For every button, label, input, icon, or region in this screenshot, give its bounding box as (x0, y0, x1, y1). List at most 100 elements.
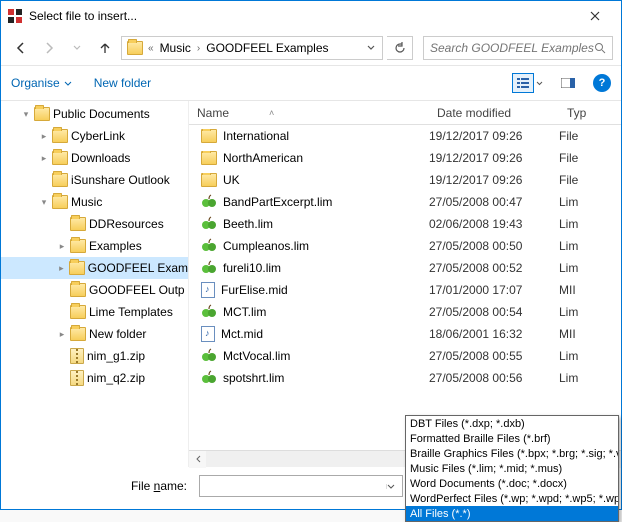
table-row[interactable]: BandPartExcerpt.lim27/05/2008 00:47Lim (189, 191, 621, 213)
table-row[interactable]: Cumpleanos.lim27/05/2008 00:50Lim (189, 235, 621, 257)
expand-icon[interactable]: ▾ (21, 109, 31, 120)
file-list: Name ˄ Date modified Typ International19… (189, 101, 621, 467)
file-name: Mct.mid (221, 327, 263, 341)
organise-button[interactable]: Organise (11, 76, 72, 90)
filetype-option[interactable]: Word Documents (*.doc; *.docx) (406, 476, 618, 491)
chevron-right-icon[interactable]: › (195, 43, 202, 54)
file-name: UK (223, 173, 240, 187)
tree-item-label: Examples (89, 239, 142, 253)
file-date: 19/12/2017 09:26 (429, 129, 559, 143)
column-name[interactable]: Name ˄ (189, 106, 429, 120)
list-body[interactable]: International19/12/2017 09:26FileNorthAm… (189, 125, 621, 450)
breadcrumb-ellipsis[interactable]: « (146, 43, 156, 54)
view-details-button[interactable] (512, 73, 534, 93)
column-type[interactable]: Typ (559, 106, 621, 120)
table-row[interactable]: spotshrt.lim27/05/2008 00:56Lim (189, 367, 621, 389)
filetype-option[interactable]: Music Files (*.lim; *.mid; *.mus) (406, 461, 618, 476)
expand-icon[interactable]: ▸ (39, 153, 49, 164)
file-type: Lim (559, 239, 621, 253)
tree-item[interactable]: ▾Public Documents (1, 103, 188, 125)
breadcrumb-item[interactable]: Music (158, 41, 193, 55)
file-type: Lim (559, 195, 621, 209)
recent-button[interactable] (65, 36, 89, 60)
file-type: File (559, 129, 621, 143)
table-row[interactable]: NorthAmerican19/12/2017 09:26File (189, 147, 621, 169)
file-type: Lim (559, 261, 621, 275)
expand-icon[interactable]: ▸ (57, 241, 67, 252)
breadcrumb-item[interactable]: GOODFEEL Examples (204, 41, 330, 55)
folder-icon (52, 173, 68, 187)
scroll-left-button[interactable] (189, 451, 206, 468)
filetype-option[interactable]: WordPerfect Files (*.wp; *.wpd; *.wp5; *… (406, 491, 618, 506)
folder-icon (69, 261, 85, 275)
tree-item[interactable]: nim_q2.zip (1, 367, 188, 389)
search-input[interactable] (430, 41, 594, 55)
file-type: MII (559, 327, 621, 341)
tree-item[interactable]: ▸ Examples (1, 235, 188, 257)
filetype-option[interactable]: All Files (*.*) (406, 506, 618, 521)
expand-icon[interactable]: ▸ (57, 329, 67, 340)
table-row[interactable]: Mct.mid18/06/2001 16:32MII (189, 323, 621, 345)
list-header: Name ˄ Date modified Typ (189, 101, 621, 125)
breadcrumb-dropdown[interactable] (364, 45, 378, 51)
forward-button[interactable] (37, 36, 61, 60)
filetype-dropdown[interactable]: DBT Files (*.dxp; *.dxb)Formatted Braill… (405, 415, 619, 522)
tree-item-label: CyberLink (71, 129, 125, 143)
view-buttons (512, 73, 543, 93)
help-button[interactable]: ? (593, 74, 611, 92)
file-name: spotshrt.lim (223, 371, 284, 385)
tree-item-label: nim_g1.zip (87, 349, 145, 363)
table-row[interactable]: MCT.lim27/05/2008 00:54Lim (189, 301, 621, 323)
close-button[interactable] (575, 2, 615, 30)
body: ▾Public Documents ▸ CyberLink ▸DownloadsiSu… (1, 101, 621, 467)
expand-icon[interactable]: ▸ (57, 263, 66, 274)
file-date: 27/05/2008 00:55 (429, 349, 559, 363)
tree-item[interactable]: ▾Music (1, 191, 188, 213)
tree-item[interactable]: iSunshare Outlook (1, 169, 188, 191)
table-row[interactable]: UK19/12/2017 09:26File (189, 169, 621, 191)
lime-icon (201, 304, 217, 320)
file-name: MCT.lim (223, 305, 266, 319)
folder-icon (126, 39, 144, 57)
file-date: 27/05/2008 00:47 (429, 195, 559, 209)
filetype-option[interactable]: Braille Graphics Files (*.bpx; *.brg; *.… (406, 446, 618, 461)
up-button[interactable] (93, 36, 117, 60)
folder-tree[interactable]: ▾Public Documents ▸ CyberLink ▸DownloadsiSu… (1, 101, 189, 467)
tree-item[interactable]: DDResources (1, 213, 188, 235)
filename-dropdown[interactable] (386, 484, 402, 489)
tree-item[interactable]: nim_g1.zip (1, 345, 188, 367)
sort-asc-icon: ˄ (269, 108, 274, 118)
preview-pane-button[interactable] (557, 73, 579, 93)
titlebar: Select file to insert... (1, 1, 621, 31)
file-type: Lim (559, 217, 621, 231)
column-date[interactable]: Date modified (429, 106, 559, 120)
expand-icon[interactable]: ▾ (39, 197, 49, 208)
search-icon[interactable] (594, 42, 606, 54)
filetype-option[interactable]: Formatted Braille Files (*.brf) (406, 431, 618, 446)
table-row[interactable]: International19/12/2017 09:26File (189, 125, 621, 147)
tree-item[interactable]: ▸GOODFEEL Exam (1, 257, 188, 279)
expand-icon[interactable]: ▸ (39, 131, 49, 142)
tree-item[interactable]: GOODFEEL Outp (1, 279, 188, 301)
table-row[interactable]: FurElise.mid17/01/2000 17:07MII (189, 279, 621, 301)
tree-item[interactable]: Lime Templates (1, 301, 188, 323)
table-row[interactable]: MctVocal.lim27/05/2008 00:55Lim (189, 345, 621, 367)
tree-item[interactable]: ▸Downloads (1, 147, 188, 169)
table-row[interactable]: fureli10.lim27/05/2008 00:52Lim (189, 257, 621, 279)
tree-item[interactable]: ▸New folder (1, 323, 188, 345)
filename-field[interactable] (200, 479, 386, 493)
chevron-down-icon[interactable] (536, 81, 543, 86)
refresh-button[interactable] (387, 36, 413, 60)
new-folder-button[interactable]: New folder (94, 76, 151, 90)
filename-input[interactable] (199, 475, 403, 497)
search-box[interactable] (423, 36, 613, 60)
folder-icon (201, 173, 217, 187)
filetype-option[interactable]: DBT Files (*.dxp; *.dxb) (406, 416, 618, 431)
back-button[interactable] (9, 36, 33, 60)
file-date: 27/05/2008 00:56 (429, 371, 559, 385)
tree-item[interactable]: ▸ CyberLink (1, 125, 188, 147)
command-bar: Organise New folder ? (1, 65, 621, 101)
breadcrumb[interactable]: « Music › GOODFEEL Examples (121, 36, 383, 60)
file-type: File (559, 151, 621, 165)
table-row[interactable]: Beeth.lim02/06/2008 19:43Lim (189, 213, 621, 235)
